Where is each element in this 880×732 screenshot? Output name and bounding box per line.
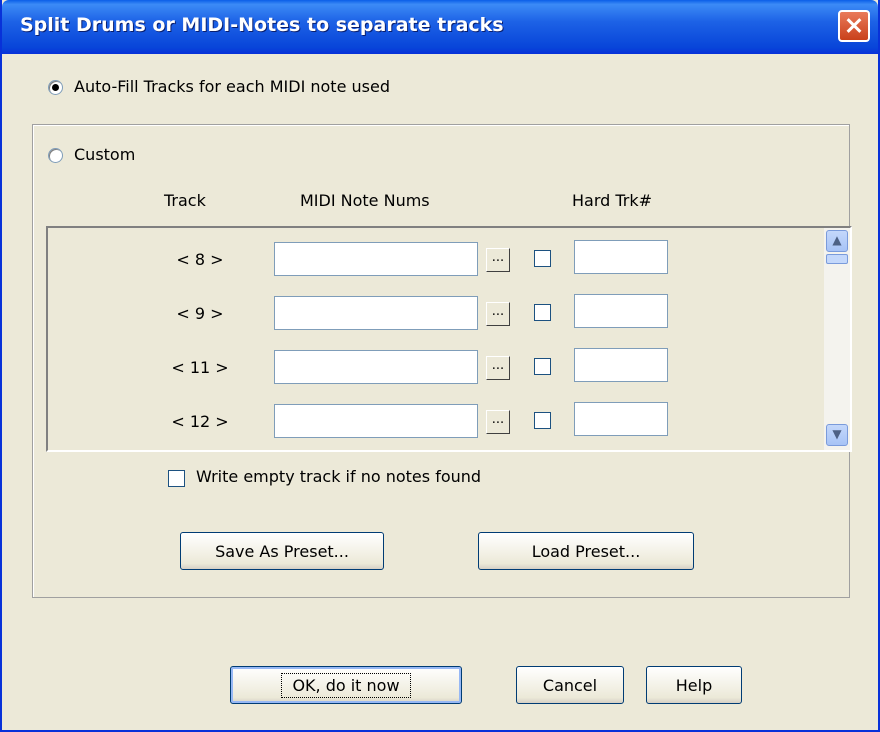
write-empty-track-checkbox[interactable] (168, 470, 185, 487)
save-as-preset-button[interactable]: Save As Preset... (180, 532, 384, 570)
midi-note-nums-input[interactable] (274, 404, 478, 438)
track-number: < 11 > (171, 358, 229, 377)
ok-button-label: OK, do it now (281, 672, 411, 698)
dialog-title: Split Drums or MIDI-Notes to separate tr… (20, 14, 504, 36)
vertical-scrollbar[interactable]: ▲ ▼ (824, 228, 850, 450)
track-number: < 12 > (171, 412, 229, 431)
hard-track-input[interactable] (574, 240, 668, 274)
note-picker-button[interactable]: ... (486, 356, 510, 380)
title-bar[interactable]: Split Drums or MIDI-Notes to separate tr… (2, 0, 878, 54)
track-row: < 8 > ... (48, 240, 828, 280)
write-empty-track-label[interactable]: Write empty track if no notes found (196, 467, 481, 486)
hard-track-checkbox[interactable] (534, 304, 551, 321)
auto-fill-label[interactable]: Auto-Fill Tracks for each MIDI note used (74, 77, 390, 96)
load-preset-button[interactable]: Load Preset... (478, 532, 694, 570)
scroll-down-icon[interactable]: ▼ (826, 424, 848, 446)
midi-note-nums-input[interactable] (274, 296, 478, 330)
hard-track-input[interactable] (574, 348, 668, 382)
midi-note-nums-input[interactable] (274, 350, 478, 384)
scroll-thumb[interactable] (826, 254, 848, 264)
track-row: < 11 > ... (48, 348, 828, 388)
scroll-up-icon[interactable]: ▲ (826, 230, 848, 252)
ok-do-it-now-button[interactable]: OK, do it now (230, 666, 462, 704)
column-header-hard-trk: Hard Trk# (572, 191, 653, 210)
cancel-button[interactable]: Cancel (516, 666, 624, 704)
track-number: < 8 > (176, 250, 224, 269)
hard-track-input[interactable] (574, 402, 668, 436)
custom-label[interactable]: Custom (74, 145, 135, 164)
dialog-window: Split Drums or MIDI-Notes to separate tr… (0, 0, 880, 732)
column-header-track: Track (164, 191, 206, 210)
track-row: < 12 > ... (48, 402, 828, 442)
midi-note-nums-input[interactable] (274, 242, 478, 276)
note-picker-button[interactable]: ... (486, 410, 510, 434)
hard-track-checkbox[interactable] (534, 358, 551, 375)
note-picker-button[interactable]: ... (486, 302, 510, 326)
track-row: < 9 > ... (48, 294, 828, 334)
auto-fill-radio[interactable] (48, 80, 63, 95)
help-button[interactable]: Help (646, 666, 742, 704)
note-picker-button[interactable]: ... (486, 248, 510, 272)
hard-track-input[interactable] (574, 294, 668, 328)
close-icon[interactable] (838, 10, 870, 42)
hard-track-checkbox[interactable] (534, 250, 551, 267)
track-list[interactable]: < 8 > ... < 9 > ... < 11 > ... < 12 > ..… (46, 226, 852, 452)
column-header-midi-note-nums: MIDI Note Nums (300, 191, 430, 210)
track-number: < 9 > (176, 304, 224, 323)
custom-radio[interactable] (48, 148, 63, 163)
hard-track-checkbox[interactable] (534, 412, 551, 429)
